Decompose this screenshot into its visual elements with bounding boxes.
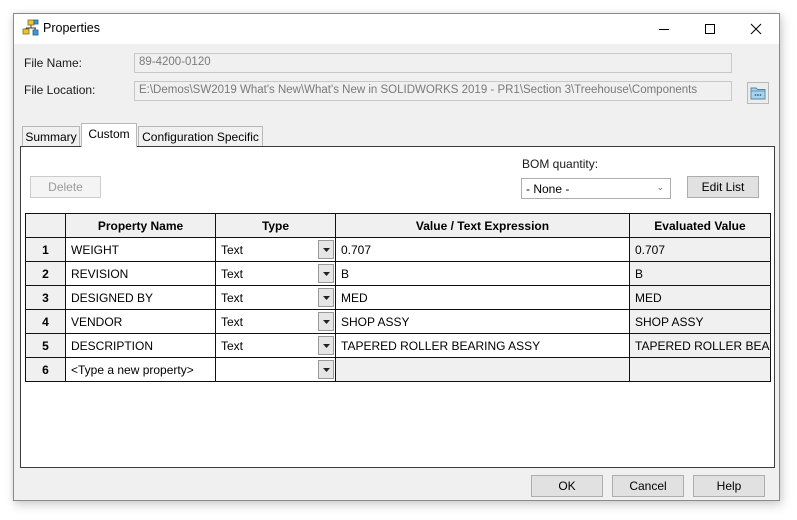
evaluated-value-cell: SHOP ASSY: [629, 309, 771, 334]
cancel-button[interactable]: Cancel: [612, 475, 684, 497]
maximize-icon: [705, 24, 715, 34]
row-number[interactable]: 1: [25, 237, 66, 262]
table-row[interactable]: 3 DESIGNED BY Text MED MED: [25, 285, 771, 310]
property-name-cell[interactable]: WEIGHT: [65, 237, 216, 262]
evaluated-value-cell: 0.707: [629, 237, 771, 262]
row-number[interactable]: 5: [25, 333, 66, 358]
property-name-cell[interactable]: DESIGNED BY: [65, 285, 216, 310]
edit-list-button[interactable]: Edit List: [687, 176, 759, 198]
bom-quantity-select[interactable]: - None - ⌄: [521, 178, 671, 199]
value-expression-cell[interactable]: [335, 357, 630, 382]
type-value: Text: [221, 242, 244, 257]
file-name-field[interactable]: 89-4200-0120: [134, 53, 732, 73]
value-expression-cell[interactable]: B: [335, 261, 630, 286]
file-name-label: File Name:: [24, 56, 83, 70]
dropdown-arrow-icon[interactable]: [318, 360, 334, 379]
bom-quantity-label: BOM quantity:: [522, 157, 599, 171]
tab-summary[interactable]: Summary: [22, 126, 80, 146]
minimize-icon: [659, 29, 669, 30]
value-expression-cell[interactable]: MED: [335, 285, 630, 310]
dropdown-arrow-icon[interactable]: [318, 288, 334, 307]
type-dropdown-cell[interactable]: Text: [215, 237, 336, 262]
close-button[interactable]: [733, 14, 779, 44]
row-number-header: [25, 213, 66, 238]
value-expression-cell[interactable]: 0.707: [335, 237, 630, 262]
properties-app-icon: [22, 19, 40, 37]
type-dropdown-cell[interactable]: Text: [215, 309, 336, 334]
row-number[interactable]: 3: [25, 285, 66, 310]
table-row[interactable]: 4 VENDOR Text SHOP ASSY SHOP ASSY: [25, 309, 771, 334]
table-row[interactable]: 1 WEIGHT Text 0.707 0.707: [25, 237, 771, 262]
custom-properties-table: Property Name Type Value / Text Expressi…: [25, 213, 771, 382]
table-row[interactable]: 6 <Type a new property>: [25, 357, 771, 382]
property-name-cell[interactable]: REVISION: [65, 261, 216, 286]
value-expression-cell[interactable]: SHOP ASSY: [335, 309, 630, 334]
row-number[interactable]: 6: [25, 357, 66, 382]
file-location-label: File Location:: [24, 83, 96, 97]
properties-dialog: Properties File Name: 89-4200-0120 File …: [13, 13, 780, 501]
dropdown-arrow-icon[interactable]: [318, 240, 334, 259]
title-bar: Properties: [14, 14, 779, 44]
evaluated-value-header[interactable]: Evaluated Value: [629, 213, 771, 238]
row-number[interactable]: 4: [25, 309, 66, 334]
close-icon: [750, 23, 762, 35]
type-dropdown-cell[interactable]: [215, 357, 336, 382]
table-row[interactable]: 5 DESCRIPTION Text TAPERED ROLLER BEARING A…: [25, 333, 771, 358]
type-value: Text: [221, 290, 244, 305]
dropdown-arrow-icon[interactable]: [318, 264, 334, 283]
property-name-cell[interactable]: VENDOR: [65, 309, 216, 334]
table-header-row: Property Name Type Value / Text Expressi…: [25, 213, 771, 238]
value-expression-cell[interactable]: TAPERED ROLLER BEARING ASSY: [335, 333, 630, 358]
folder-browse-icon: [750, 87, 766, 100]
help-button[interactable]: Help: [693, 475, 765, 497]
tab-custom[interactable]: Custom: [81, 123, 137, 147]
type-header[interactable]: Type: [215, 213, 336, 238]
delete-button[interactable]: Delete: [30, 176, 101, 198]
minimize-button[interactable]: [641, 14, 687, 44]
browse-folder-button[interactable]: [747, 82, 769, 104]
row-number[interactable]: 2: [25, 261, 66, 286]
type-dropdown-cell[interactable]: Text: [215, 261, 336, 286]
dropdown-arrow-icon[interactable]: [318, 336, 334, 355]
maximize-button[interactable]: [687, 14, 733, 44]
value-expression-header[interactable]: Value / Text Expression: [335, 213, 630, 238]
type-value: Text: [221, 338, 244, 353]
tab-configuration-specific[interactable]: Configuration Specific: [138, 126, 263, 146]
type-value: Text: [221, 266, 244, 281]
property-name-cell[interactable]: <Type a new property>: [65, 357, 216, 382]
type-dropdown-cell[interactable]: Text: [215, 333, 336, 358]
type-dropdown-cell[interactable]: Text: [215, 285, 336, 310]
dropdown-arrow-icon[interactable]: [318, 312, 334, 331]
evaluated-value-cell: B: [629, 261, 771, 286]
evaluated-value-cell: TAPERED ROLLER BEARING ASSY: [629, 333, 771, 358]
evaluated-value-cell: MED: [629, 285, 771, 310]
chevron-down-icon: ⌄: [656, 182, 664, 192]
window-title: Properties: [43, 21, 100, 35]
type-value: Text: [221, 314, 244, 329]
bom-quantity-value: - None -: [526, 182, 570, 196]
property-name-header[interactable]: Property Name: [65, 213, 216, 238]
table-row[interactable]: 2 REVISION Text B B: [25, 261, 771, 286]
ok-button[interactable]: OK: [531, 475, 603, 497]
property-name-cell[interactable]: DESCRIPTION: [65, 333, 216, 358]
evaluated-value-cell: [629, 357, 771, 382]
file-location-field[interactable]: E:\Demos\SW2019 What's New\What's New in…: [134, 81, 732, 101]
